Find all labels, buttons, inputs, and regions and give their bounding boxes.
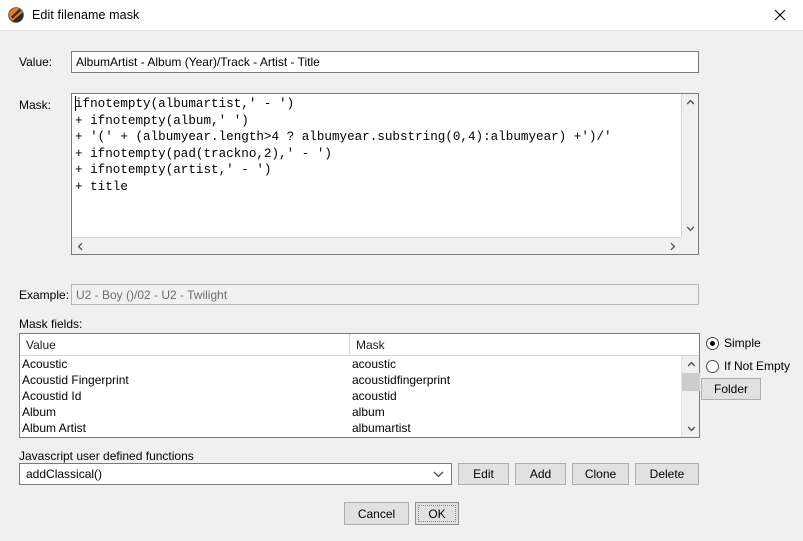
radio-simple-label: Simple	[724, 336, 761, 350]
scroll-down-icon[interactable]	[682, 220, 699, 237]
table-row[interactable]: Acoustid Fingerprint acoustidfingerprint	[20, 372, 681, 388]
add-button[interactable]: Add	[515, 463, 566, 485]
value-label: Value:	[19, 55, 53, 69]
value-input[interactable]: AlbumArtist - Album (Year)/Track - Artis…	[71, 51, 699, 73]
radio-simple-mark	[706, 336, 719, 350]
radio-if-not-empty-label: If Not Empty	[724, 359, 791, 373]
mask-editor[interactable]: ifnotempty(albumartist,' - ') + ifnotemp…	[71, 93, 699, 255]
cell-mask: albumartist	[352, 421, 411, 435]
column-header-value[interactable]: Value	[20, 334, 350, 355]
table-rows: Acoustic acoustic Acoustid Fingerprint a…	[20, 356, 681, 437]
text-caret	[75, 96, 76, 111]
cancel-button[interactable]: Cancel	[344, 502, 409, 525]
mask-label: Mask:	[19, 98, 52, 112]
table-row[interactable]: Acoustic acoustic	[20, 356, 681, 372]
cell-value: Acoustid Fingerprint	[22, 373, 129, 387]
mask-editor-text: ifnotempty(albumartist,' - ') + ifnotemp…	[75, 97, 612, 194]
mask-fields-label: Mask fields:	[19, 317, 83, 331]
app-logo-icon	[8, 7, 24, 23]
table-row[interactable]: Album album	[20, 404, 681, 420]
table-row[interactable]: Album Artist albumartist	[20, 420, 681, 436]
example-label: Example:	[19, 288, 70, 302]
scrollbar-corner	[681, 237, 698, 254]
radio-if-not-empty[interactable]: If Not Empty	[706, 359, 790, 373]
radio-if-not-empty-mark	[706, 359, 719, 373]
mask-fields-table[interactable]: Value Mask Acoustic acoustic Acoustid Fi…	[19, 333, 700, 438]
folder-button[interactable]: Folder	[701, 378, 761, 400]
scroll-down-icon[interactable]	[682, 420, 700, 437]
cell-value: Acoustic	[22, 357, 68, 371]
table-header: Value Mask	[20, 334, 699, 356]
ok-button[interactable]: OK	[415, 502, 459, 525]
edit-button[interactable]: Edit	[458, 463, 509, 485]
column-header-mask[interactable]: Mask	[350, 334, 699, 355]
mask-editor-vertical-scrollbar[interactable]	[681, 94, 698, 237]
delete-button[interactable]: Delete	[635, 463, 699, 485]
cell-mask: album	[352, 405, 385, 419]
mask-editor-horizontal-scrollbar[interactable]	[72, 237, 681, 254]
scroll-up-icon[interactable]	[682, 356, 700, 373]
cell-value: Album Artist	[22, 421, 87, 435]
cell-mask: acoustidfingerprint	[352, 373, 451, 387]
scroll-up-icon[interactable]	[682, 94, 699, 111]
close-icon[interactable]	[757, 0, 803, 30]
scroll-right-icon[interactable]	[664, 238, 681, 255]
scrollbar-thumb[interactable]	[682, 373, 700, 391]
cell-mask: acoustic	[352, 357, 397, 371]
title-bar: Edit filename mask	[0, 0, 803, 31]
radio-simple[interactable]: Simple	[706, 336, 761, 350]
cell-mask: acoustid	[352, 389, 397, 403]
scroll-left-icon[interactable]	[72, 238, 89, 255]
cell-value: Album	[22, 405, 57, 419]
javascript-functions-value: addClassical()	[26, 467, 103, 481]
chevron-down-icon[interactable]	[425, 464, 451, 484]
table-row[interactable]: Acoustid Id acoustid	[20, 388, 681, 404]
example-output: U2 - Boy ()/02 - U2 - Twilight	[71, 284, 699, 305]
javascript-functions-select[interactable]: addClassical()	[19, 463, 452, 485]
window-title: Edit filename mask	[32, 8, 140, 22]
mask-fields-vertical-scrollbar[interactable]	[681, 356, 700, 437]
javascript-functions-label: Javascript user defined functions	[19, 449, 194, 463]
clone-button[interactable]: Clone	[572, 463, 629, 485]
cell-value: Acoustid Id	[22, 389, 82, 403]
edit-filename-mask-dialog: Edit filename mask Value: AlbumArtist - …	[0, 0, 803, 541]
